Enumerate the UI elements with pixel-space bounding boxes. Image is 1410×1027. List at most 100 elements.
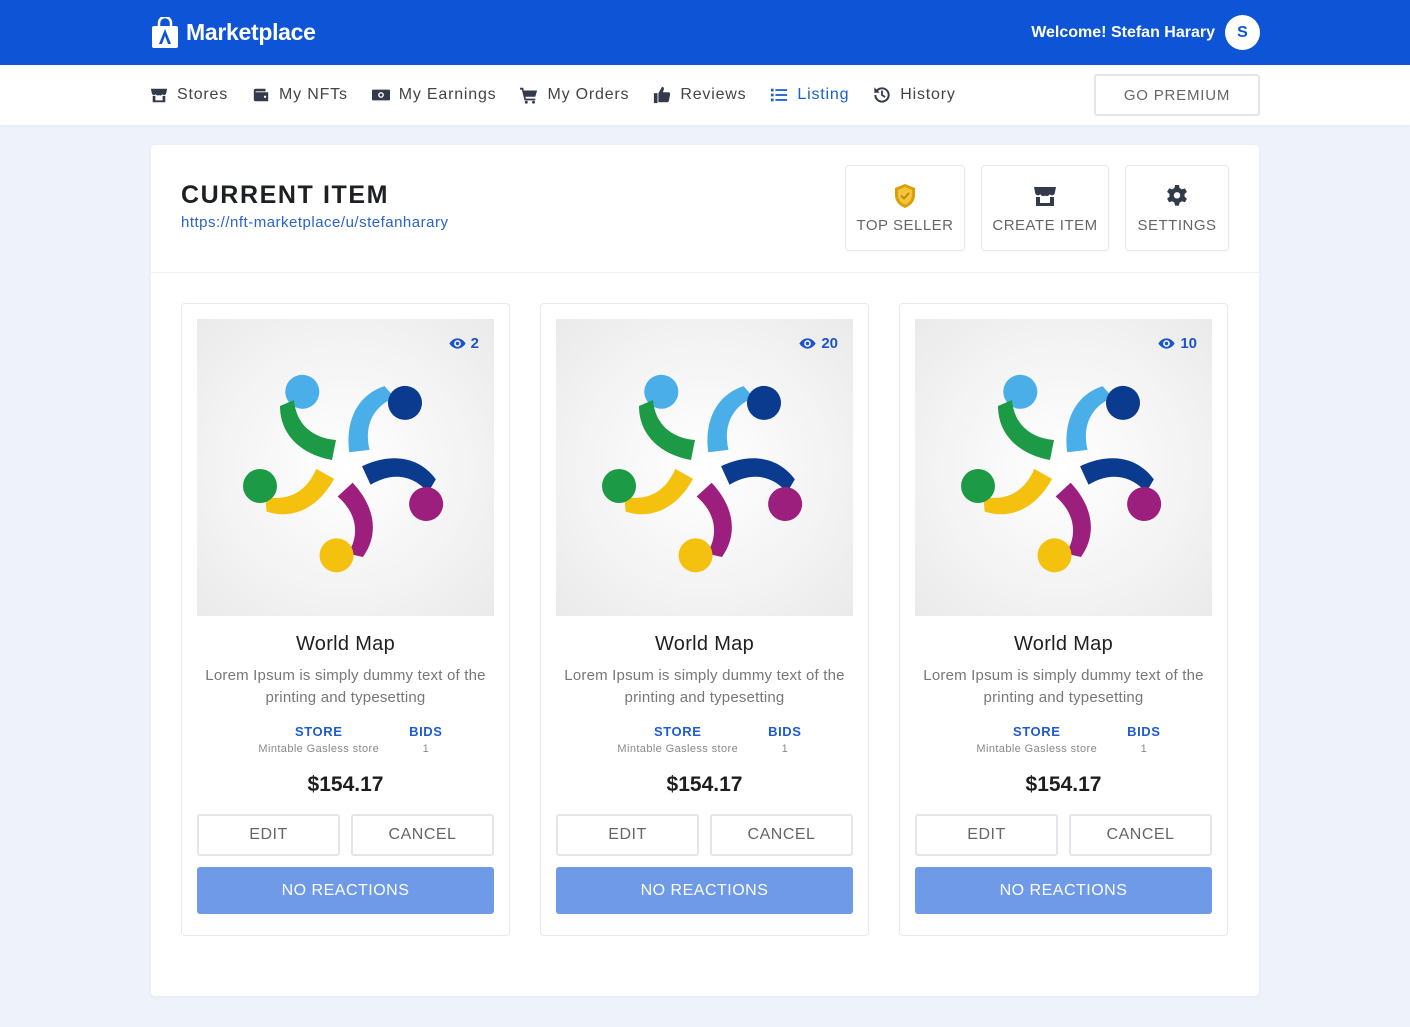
list-icon: [771, 88, 788, 102]
nav-item-history[interactable]: History: [873, 86, 955, 104]
bids-label: BIDS: [409, 724, 443, 739]
item-card-list: 2 World Map Lorem Ipsum is simply dummy …: [181, 303, 1228, 936]
nav-item-my-orders[interactable]: My Orders: [520, 86, 629, 104]
nav-item-my-earnings[interactable]: My Earnings: [371, 86, 497, 104]
welcome-text: Welcome! Stefan Harary: [1031, 23, 1215, 41]
nav-item-stores[interactable]: Stores: [150, 86, 228, 104]
item-price: $154.17: [1025, 773, 1102, 796]
item-price: $154.17: [666, 773, 743, 796]
eye-icon: [799, 338, 816, 349]
nav-label-listing: Listing: [797, 86, 850, 103]
item-title: World Map: [1013, 633, 1114, 655]
main-nav: Stores My NFTs My Earnings My Orders Rev…: [0, 65, 1410, 125]
item-title: World Map: [295, 633, 396, 655]
item-description: Lorem Ipsum is simply dummy text of the …: [564, 667, 845, 706]
eye-icon: [1158, 338, 1175, 349]
item-meta: STORE Mintable Gasless store BIDS 1: [197, 724, 494, 755]
nav-label-history: History: [900, 86, 956, 103]
store-label: STORE: [294, 724, 343, 739]
shopping-bag-icon: [150, 16, 180, 49]
community-logo-icon: [243, 374, 444, 573]
nav-label-stores: Stores: [177, 86, 229, 103]
logo-figure: [644, 374, 754, 453]
bids-value: 1: [781, 743, 789, 755]
edit-button[interactable]: EDIT: [197, 814, 340, 856]
thumbs-up-icon: [654, 86, 671, 104]
view-count: 2: [449, 335, 479, 352]
store-info: STORE Mintable Gasless store: [976, 724, 1097, 755]
brand-logo[interactable]: Marketplace: [150, 16, 316, 49]
brand-name: Marketplace: [186, 19, 316, 45]
item-title: World Map: [654, 633, 755, 655]
store-label: STORE: [1012, 724, 1061, 739]
community-logo-icon: [961, 374, 1162, 573]
bids-info: BIDS 1: [1127, 724, 1160, 755]
panel-header: CURRENT ITEM https://nft-marketplace/u/s…: [151, 145, 1259, 273]
item-meta: STORE Mintable Gasless store BIDS 1: [915, 724, 1212, 755]
bids-info: BIDS 1: [768, 724, 801, 755]
cancel-button[interactable]: CANCEL: [1069, 814, 1212, 856]
cancel-button[interactable]: CANCEL: [351, 814, 494, 856]
item-thumbnail[interactable]: 2: [197, 319, 494, 616]
bids-value: 1: [422, 743, 430, 755]
nav-item-listing[interactable]: Listing: [770, 86, 849, 104]
item-card: 20 World Map Lorem Ipsum is simply dummy…: [540, 303, 869, 936]
go-premium-button[interactable]: GO PREMIUM: [1094, 74, 1260, 116]
gear-icon: [1167, 184, 1187, 206]
eye-icon: [449, 338, 466, 349]
no-reactions-button[interactable]: NO REACTIONS: [197, 867, 494, 914]
store-label: STORE: [653, 724, 702, 739]
item-thumbnail[interactable]: 20: [556, 319, 853, 616]
item-description: Lorem Ipsum is simply dummy text of the …: [923, 667, 1204, 706]
settings-label: SETTINGS: [1137, 216, 1217, 234]
view-count: 20: [799, 335, 838, 352]
store-info: STORE Mintable Gasless store: [258, 724, 379, 755]
avatar[interactable]: S: [1225, 15, 1260, 50]
nav-label-my-nfts: My NFTs: [279, 86, 348, 103]
current-item-panel: CURRENT ITEM https://nft-marketplace/u/s…: [151, 145, 1259, 996]
top-bar: Marketplace Welcome! Stefan Harary S: [0, 0, 1410, 65]
store-icon: [150, 88, 168, 103]
logo-figure: [285, 374, 395, 453]
create-item-label: CREATE ITEM: [992, 216, 1098, 234]
store-value: Mintable Gasless store: [258, 743, 380, 755]
item-thumbnail[interactable]: 10: [915, 319, 1212, 616]
view-count-value: 10: [1180, 335, 1197, 352]
store-icon: [1034, 186, 1056, 206]
profile-link[interactable]: https://nft-marketplace/u/stefanharary: [181, 214, 448, 231]
top-seller-button[interactable]: TOP SELLER: [845, 165, 965, 251]
view-count-value: 2: [470, 335, 479, 352]
edit-button[interactable]: EDIT: [556, 814, 699, 856]
shield-badge-icon: [895, 183, 915, 208]
nav-label-reviews: Reviews: [680, 86, 747, 103]
view-count-value: 20: [821, 335, 838, 352]
item-card: 10 World Map Lorem Ipsum is simply dummy…: [899, 303, 1228, 936]
item-price: $154.17: [307, 773, 384, 796]
cancel-button[interactable]: CANCEL: [710, 814, 853, 856]
item-description: Lorem Ipsum is simply dummy text of the …: [205, 667, 486, 706]
create-item-button[interactable]: CREATE ITEM: [981, 165, 1109, 251]
wallet-icon: [253, 88, 269, 102]
top-seller-label: TOP SELLER: [856, 216, 954, 234]
view-count: 10: [1158, 335, 1197, 352]
community-logo-icon: [602, 374, 803, 573]
edit-button[interactable]: EDIT: [915, 814, 1058, 856]
bids-info: BIDS 1: [409, 724, 442, 755]
nav-label-my-earnings: My Earnings: [398, 86, 497, 103]
history-icon: [874, 87, 890, 103]
bids-value: 1: [1140, 743, 1148, 755]
logo-figure: [1003, 374, 1113, 453]
store-info: STORE Mintable Gasless store: [617, 724, 738, 755]
bids-label: BIDS: [768, 724, 802, 739]
store-value: Mintable Gasless store: [617, 743, 739, 755]
bids-label: BIDS: [1127, 724, 1161, 739]
nav-item-my-nfts[interactable]: My NFTs: [252, 86, 348, 104]
no-reactions-button[interactable]: NO REACTIONS: [915, 867, 1212, 914]
nav-item-reviews[interactable]: Reviews: [653, 86, 746, 104]
item-card: 2 World Map Lorem Ipsum is simply dummy …: [181, 303, 510, 936]
user-greeting: Welcome! Stefan Harary S: [1031, 15, 1260, 50]
store-value: Mintable Gasless store: [976, 743, 1098, 755]
no-reactions-button[interactable]: NO REACTIONS: [556, 867, 853, 914]
nav-label-my-orders: My Orders: [547, 86, 630, 103]
settings-button[interactable]: SETTINGS: [1125, 165, 1229, 251]
